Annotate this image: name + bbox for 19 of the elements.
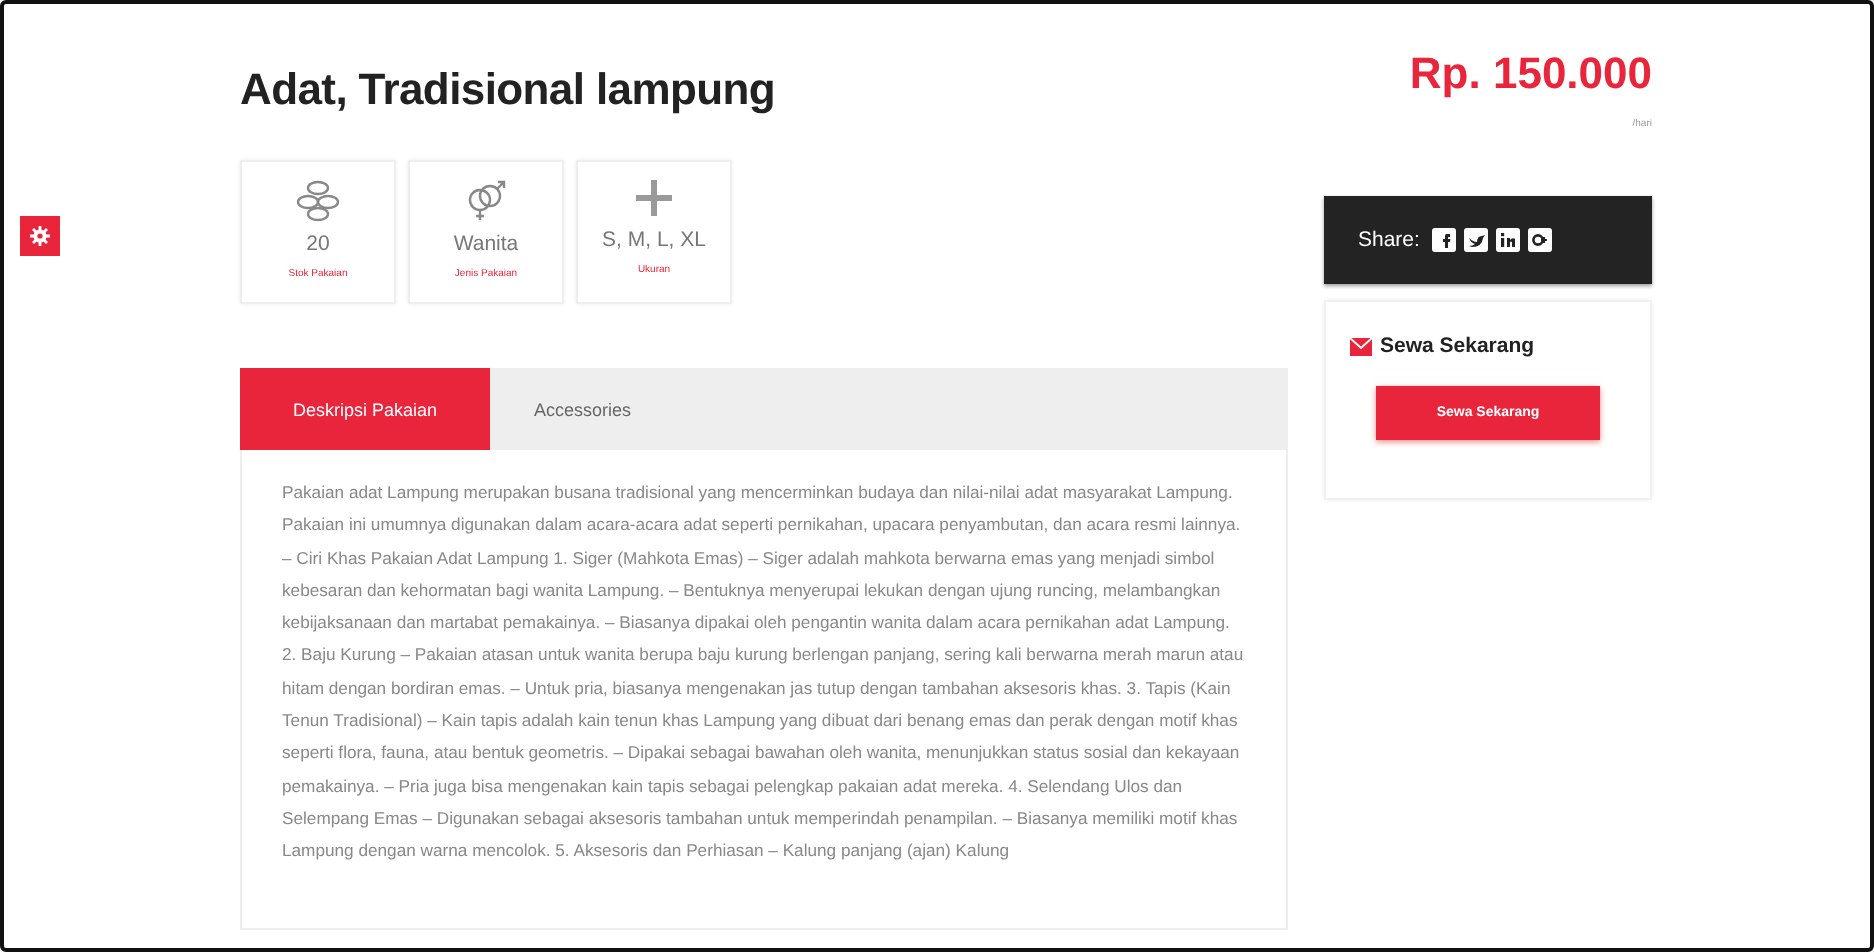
social-icon[interactable]: [1495, 228, 1520, 252]
envelope-icon: [1350, 337, 1372, 355]
social-icon[interactable]: [1431, 228, 1456, 252]
settings-button[interactable]: [20, 216, 60, 256]
product-title: Adat, Tradisional lampung: [240, 64, 778, 116]
tab[interactable]: Deskripsi Pakaian: [240, 368, 490, 450]
coins-icon: [296, 178, 340, 222]
social-icon[interactable]: [1463, 228, 1488, 252]
description-text: Pakaian adat Lampung merupakan busana tradisional yang mencerminkan budaya dan nilai-nilai adat masyarakat Lampung. Pakaian ini umumnya digunakan dalam acara-acara adat seperti pernikahan, upacara penyambutan, dan acara resmi lainnya. – Ciri Khas Pakaian Adat Lampung 1. Siger (Mahkota Emas) – Siger adalah mahkota berwarna emas yang menjadi simbol kebesaran dan kehormatan bagi wanita Lampung. – Bentuknya menyerupai lekukan dengan ujung runcing, melambangkan kebijaksanaan dan martabat pemakainya. – Biasanya dipakai oleh pengantin wanita dalam acara pernikahan adat Lampung. 2. Baju Kurung – Pakaian atasan untuk wanita berupa baju kurung berlengan panjang, sering kali berwarna merah marun atau hitam dengan bordiran emas. – Untuk pria, biasanya mengenakan jas tutup dengan tambahan aksesoris khas. 3. Tapis (Kain Tenun Tradisional) – Kain tapis adalah kain tenun khas Lampung yang dibuat dari benang emas dan perak dengan motif khas seperti flora, fauna, atau bentuk geometris. – Dipakai sebagai bawahan oleh wanita, menunjukkan status sosial dan kekayaan pemakainya. – Pria juga bisa mengenakan kain tapis sebagai pelengkap pakaian adat mereka. 4. Selendang Ulos dan Selempang Emas – Digunakan sebagai aksesoris tambahan untuk memperindah penampilan. – Biasanya memiliki motif khas Lampung dengan warna mencolok. 5. Aksesoris dan Perhiasan – Kalung panjang (ajan) Kalung: [282, 480, 1246, 865]
price: Rp. 150.000: [1407, 48, 1652, 100]
social-icon[interactable]: [1527, 228, 1552, 252]
rent-title: Sewa Sekarang: [1380, 334, 1535, 358]
plus-icon: [634, 178, 674, 218]
settings-icon: [30, 226, 50, 246]
stat-value: 20: [306, 232, 330, 256]
stat-value: S, M, L, XL: [602, 228, 706, 252]
tab[interactable]: Accessories: [490, 368, 676, 450]
stat-value: Wanita: [453, 232, 519, 256]
share-label: Share:: [1358, 228, 1420, 252]
